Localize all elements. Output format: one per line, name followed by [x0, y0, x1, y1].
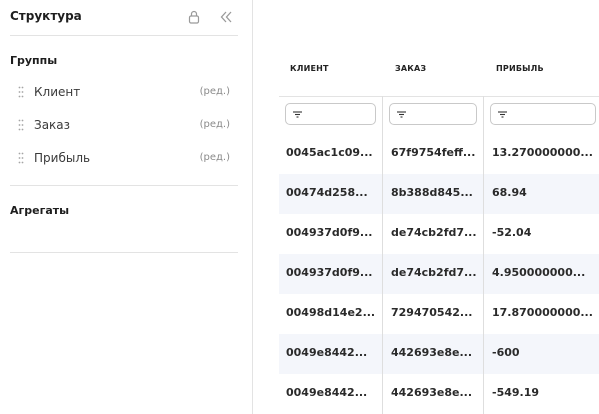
filter-icon [498, 111, 507, 118]
group-edit-link[interactable]: (ред.) [200, 119, 230, 130]
cell-order: 729470542... [391, 306, 473, 319]
cell-order: de74cb2fd7... [391, 226, 477, 239]
header-divider [279, 96, 599, 97]
group-label: Клиент [34, 85, 81, 99]
structure-panel: Структура Группы Клиент (ред.) Заказ (ре… [0, 0, 253, 414]
table-row[interactable]: 00498d14e2... 729470542... 17.870000000.… [279, 294, 599, 334]
cell-client: 004937d0f9... [286, 226, 373, 239]
table-row[interactable]: 004937d0f9... de74cb2fd7... 4.950000000.… [279, 254, 599, 294]
lock-icon[interactable] [188, 10, 200, 24]
table-row[interactable]: 00474d258... 8b388d845... 68.94 [279, 174, 599, 214]
section-divider [10, 252, 238, 253]
app-root: Структура Группы Клиент (ред.) Заказ (ре… [0, 0, 599, 414]
filter-input-client[interactable] [285, 103, 376, 125]
cell-order: 67f9754feff... [391, 146, 476, 159]
filter-input-order[interactable] [389, 103, 477, 125]
section-divider [10, 185, 238, 186]
column-header-profit[interactable]: ПРИБЫЛЬ [496, 64, 544, 73]
drag-handle-icon[interactable] [18, 119, 24, 131]
cell-client: 00498d14e2... [286, 306, 376, 319]
cell-order: 442693e8e... [391, 346, 473, 359]
cell-client: 0045ac1c09... [286, 146, 373, 159]
cell-client: 0049e8442... [286, 346, 368, 359]
cell-profit: -600 [492, 346, 520, 359]
cell-order: de74cb2fd7... [391, 266, 477, 279]
data-table: КЛИЕНТ ЗАКАЗ ПРИБЫЛЬ 0045ac1c09... 67f97… [279, 0, 599, 414]
cell-profit: 68.94 [492, 186, 527, 199]
filter-icon [293, 111, 302, 118]
group-edit-link[interactable]: (ред.) [200, 152, 230, 163]
cell-profit: -549.19 [492, 386, 540, 399]
column-header-client[interactable]: КЛИЕНТ [290, 64, 329, 73]
structure-panel-header: Структура [10, 0, 238, 36]
cell-profit: 17.870000000... [492, 306, 593, 319]
panel-title: Структура [10, 9, 82, 23]
cell-profit: 13.270000000... [492, 146, 593, 159]
group-label: Прибыль [34, 151, 91, 165]
groups-section-title: Группы [10, 54, 58, 67]
filter-input-profit[interactable] [490, 103, 596, 125]
table-row[interactable]: 0049e8442... 442693e8e... -600 [279, 334, 599, 374]
filter-icon [397, 111, 406, 118]
drag-handle-icon[interactable] [18, 152, 24, 164]
group-edit-link[interactable]: (ред.) [200, 86, 230, 97]
cell-client: 00474d258... [286, 186, 368, 199]
cell-profit: -52.04 [492, 226, 532, 239]
double-chevron-left-icon[interactable] [219, 10, 233, 24]
column-header-order[interactable]: ЗАКАЗ [395, 64, 426, 73]
drag-handle-icon[interactable] [18, 86, 24, 98]
group-item-order[interactable]: Заказ (ред.) [10, 116, 230, 136]
group-item-profit[interactable]: Прибыль (ред.) [10, 149, 230, 169]
aggregates-section-title: Агрегаты [10, 204, 70, 217]
cell-profit: 4.950000000... [492, 266, 586, 279]
cell-order: 8b388d845... [391, 186, 473, 199]
table-row[interactable]: 0045ac1c09... 67f9754feff... 13.27000000… [279, 134, 599, 174]
column-separator[interactable] [382, 96, 383, 414]
group-item-client[interactable]: Клиент (ред.) [10, 83, 230, 103]
cell-client: 004937d0f9... [286, 266, 373, 279]
cell-client: 0049e8442... [286, 386, 368, 399]
table-row[interactable]: 004937d0f9... de74cb2fd7... -52.04 [279, 214, 599, 254]
table-row[interactable]: 0049e8442... 442693e8e... -549.19 [279, 374, 599, 414]
cell-order: 442693e8e... [391, 386, 473, 399]
column-separator[interactable] [483, 96, 484, 414]
group-label: Заказ [34, 118, 71, 132]
